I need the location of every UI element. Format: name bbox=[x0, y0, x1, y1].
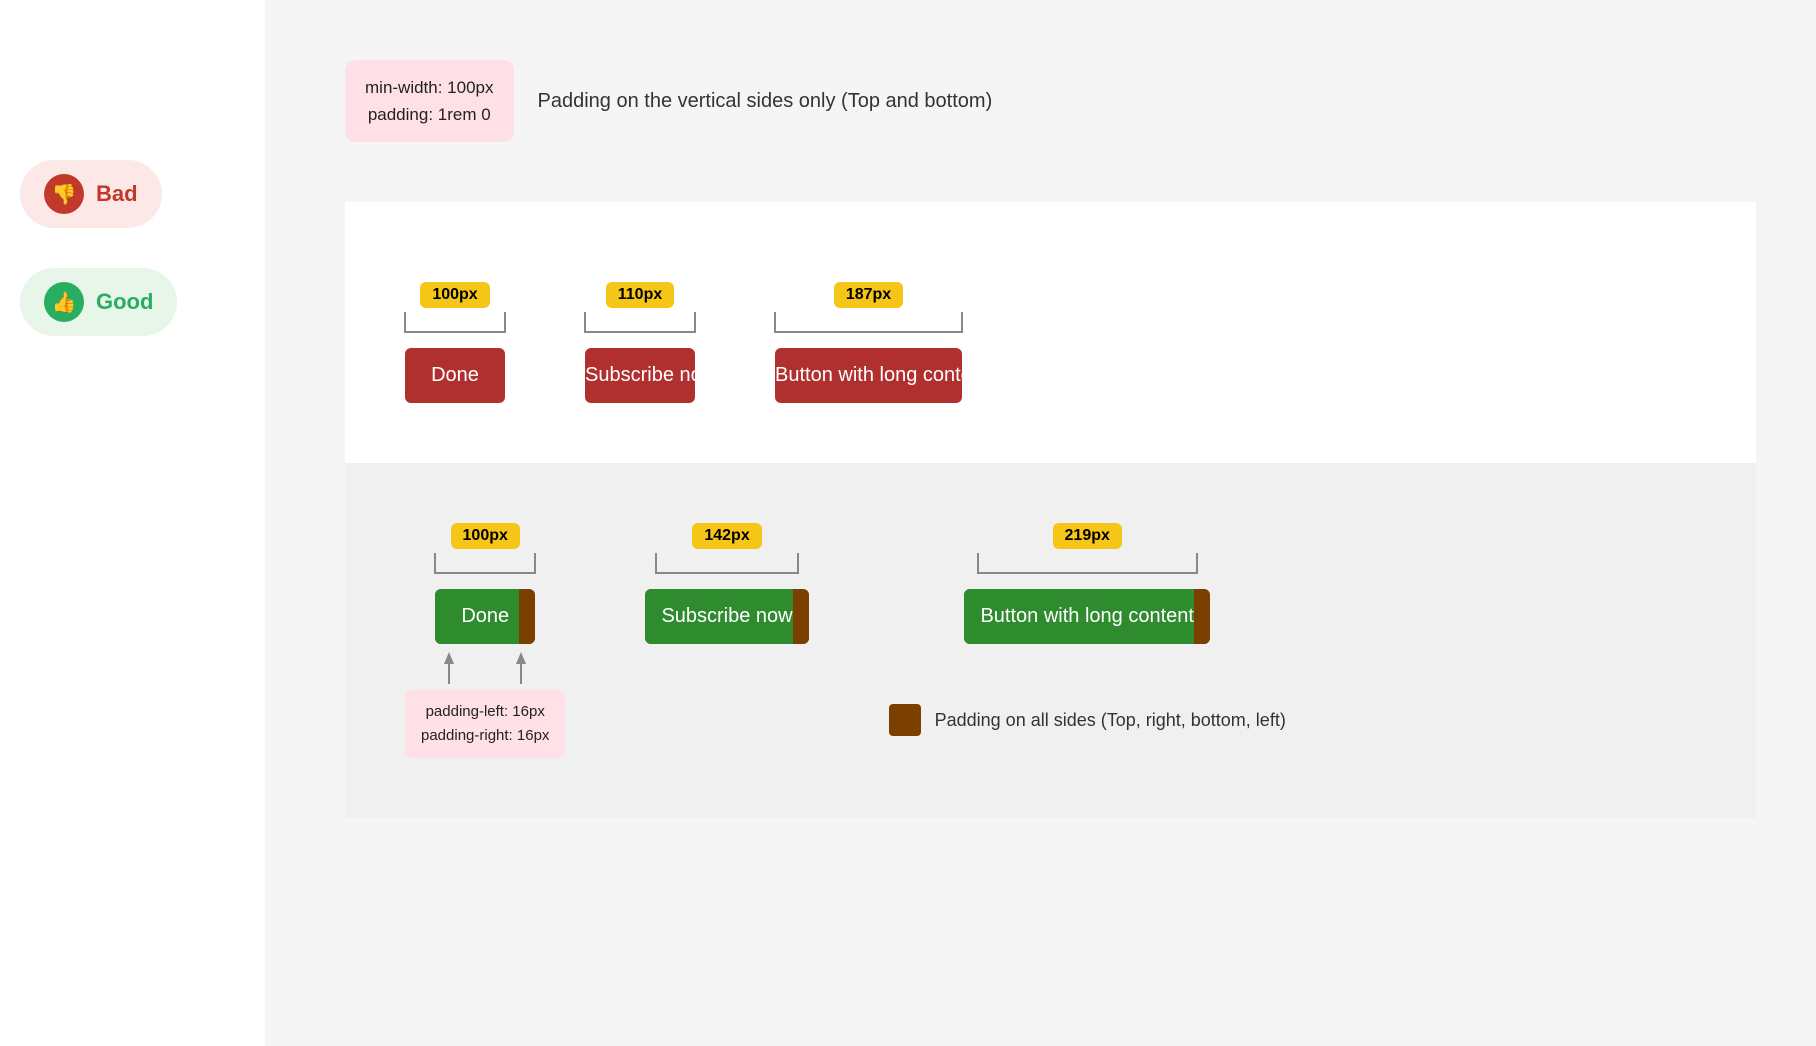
good-long-button[interactable]: Button with long content bbox=[964, 589, 1209, 644]
good-subscribe-bracket: 142px bbox=[656, 523, 798, 583]
arrow-right bbox=[511, 652, 531, 684]
good-long-wrapper: Button with long content bbox=[964, 589, 1209, 644]
good-button-done-annotated: 100px Done bbox=[435, 523, 535, 644]
good-badge: 👍 Good bbox=[20, 268, 177, 336]
bad-button-subscribe-annotated: 110px Subscribe now bbox=[585, 282, 695, 403]
good-done-bracket-svg bbox=[435, 553, 535, 583]
padding-right-indicator-2 bbox=[793, 589, 809, 644]
good-icon: 👍 bbox=[44, 282, 84, 322]
good-subscribe-wrapper: Subscribe now bbox=[645, 589, 808, 644]
bad-subscribe-bracket: 110px bbox=[585, 282, 695, 342]
bad-button-long-annotated: 187px Button with long content bbox=[775, 282, 962, 403]
good-done-bracket: 100px bbox=[435, 523, 535, 583]
good-bottom-row: 100px Done bbox=[405, 523, 1716, 758]
good-button-long-annotated: 219px Button with long content bbox=[889, 523, 1286, 644]
legend: Padding on all sides (Top, right, bottom… bbox=[889, 704, 1286, 736]
bad-subscribe-button[interactable]: Subscribe now bbox=[585, 348, 695, 403]
good-label: Good bbox=[96, 289, 153, 315]
bad-long-width: 187px bbox=[834, 282, 903, 308]
code-box: min-width: 100px padding: 1rem 0 bbox=[345, 60, 514, 142]
good-subscribe-button[interactable]: Subscribe now bbox=[645, 589, 808, 644]
good-annotation-area: padding-left: 16px padding-right: 16px bbox=[405, 652, 565, 758]
main-content: min-width: 100px padding: 1rem 0 Padding… bbox=[265, 0, 1816, 1046]
bad-buttons-row: 100px Done 110px Subscribe now bbox=[405, 282, 1716, 403]
bad-done-bracket-svg bbox=[405, 312, 505, 342]
legend-text: Padding on all sides (Top, right, bottom… bbox=[935, 710, 1286, 731]
arrow-left bbox=[439, 652, 459, 684]
good-subscribe-bracket-svg bbox=[656, 553, 798, 583]
good-done-group: 100px Done bbox=[405, 523, 565, 758]
bad-subscribe-bracket-svg bbox=[585, 312, 695, 342]
good-done-wrapper: Done bbox=[435, 589, 535, 644]
good-long-width: 219px bbox=[1053, 523, 1122, 549]
good-button-subscribe-annotated: 142px Subscribe now bbox=[645, 523, 808, 644]
good-annotation-box: padding-left: 16px padding-right: 16px bbox=[405, 690, 565, 758]
bad-button-done-annotated: 100px Done bbox=[405, 282, 505, 403]
bad-long-button[interactable]: Button with long content bbox=[775, 348, 962, 403]
bad-done-bracket: 100px bbox=[405, 282, 505, 342]
bad-done-button[interactable]: Done bbox=[405, 348, 505, 403]
bad-section: 100px Done 110px Subscribe now bbox=[345, 202, 1756, 463]
bad-subscribe-width: 110px bbox=[606, 282, 674, 308]
legend-color-box bbox=[889, 704, 921, 736]
good-subscribe-width: 142px bbox=[692, 523, 761, 549]
padding-right-indicator bbox=[519, 589, 535, 644]
good-long-bracket-svg bbox=[978, 553, 1197, 583]
good-long-group: 219px Button with long content Padding o bbox=[889, 523, 1286, 736]
sidebar: 👎 Bad 👍 Good bbox=[0, 0, 265, 1046]
bad-badge: 👎 Bad bbox=[20, 160, 162, 228]
good-done-width: 100px bbox=[451, 523, 520, 549]
top-description: min-width: 100px padding: 1rem 0 Padding… bbox=[345, 60, 1756, 142]
bad-done-width: 100px bbox=[420, 282, 489, 308]
good-section: 100px Done bbox=[345, 463, 1756, 818]
bad-long-bracket-svg bbox=[775, 312, 962, 342]
bad-long-bracket: 187px bbox=[775, 282, 962, 342]
good-long-bracket: 219px bbox=[978, 523, 1197, 583]
bad-label: Bad bbox=[96, 181, 138, 207]
description-text: Padding on the vertical sides only (Top … bbox=[538, 90, 993, 113]
arrows-row bbox=[439, 652, 531, 684]
padding-right-indicator-3 bbox=[1194, 589, 1210, 644]
bad-icon: 👎 bbox=[44, 174, 84, 214]
